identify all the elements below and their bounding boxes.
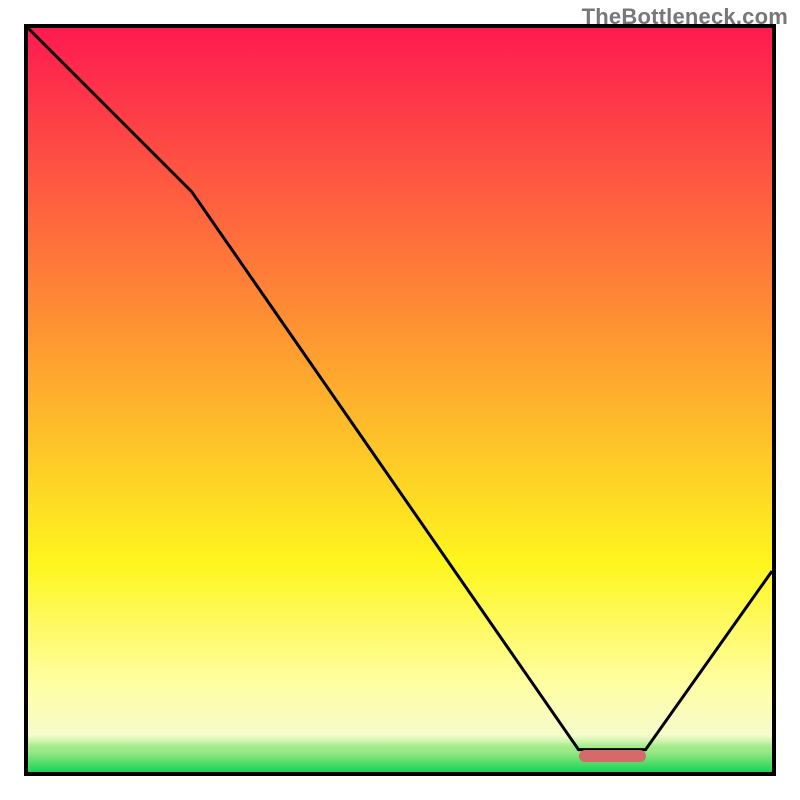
optimal-marker xyxy=(579,750,646,762)
curve-svg xyxy=(28,28,772,772)
watermark-text: TheBottleneck.com xyxy=(582,4,788,30)
plot-area xyxy=(24,24,776,776)
bottleneck-curve xyxy=(28,28,772,750)
chart-container: TheBottleneck.com xyxy=(0,0,800,800)
